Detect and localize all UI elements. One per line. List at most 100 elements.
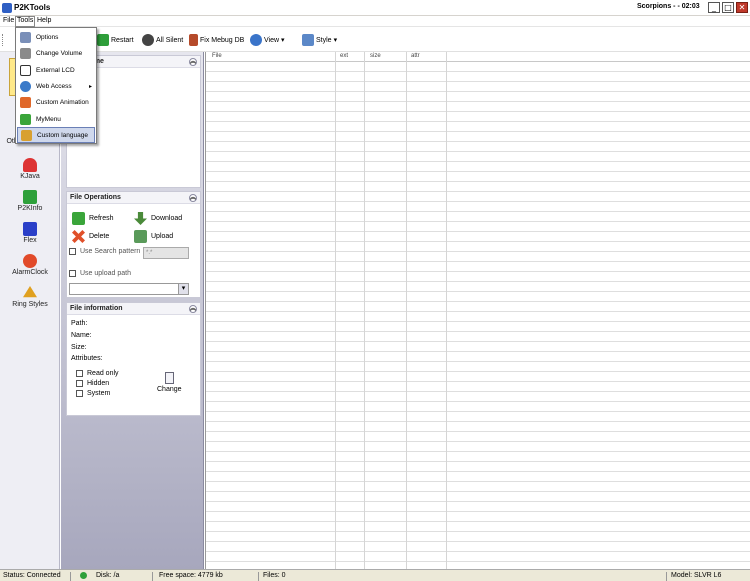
menu-item-mymenu-label: MyMenu bbox=[36, 115, 61, 123]
system-option[interactable]: System bbox=[76, 390, 110, 397]
bell-icon bbox=[23, 286, 37, 298]
menu-help[interactable]: Help bbox=[37, 17, 51, 24]
connected-icon bbox=[80, 572, 87, 579]
name-label: Name: bbox=[71, 332, 92, 339]
nav-kjava[interactable]: KJava bbox=[2, 158, 58, 180]
download-label: Download bbox=[151, 215, 183, 222]
search-pattern-input[interactable]: *.* bbox=[143, 247, 189, 259]
download-button[interactable]: Download bbox=[134, 212, 182, 225]
style-button[interactable]: Style ▾ bbox=[302, 33, 337, 47]
options-icon bbox=[20, 31, 31, 43]
nav-ring-styles-label: Ring Styles bbox=[12, 301, 48, 308]
collapse-icon[interactable]: ︽ bbox=[189, 194, 197, 202]
file-information-header[interactable]: File information ︽ bbox=[67, 303, 200, 315]
collapse-icon[interactable]: ︽ bbox=[189, 305, 197, 313]
size-label: Size: bbox=[71, 344, 87, 351]
nav-kjava-label: KJava bbox=[20, 173, 40, 180]
menu-item-options[interactable]: Options bbox=[17, 29, 95, 45]
column-attr[interactable]: attr bbox=[411, 53, 420, 59]
refresh-button[interactable]: Refresh bbox=[72, 212, 114, 225]
restart-label: Restart bbox=[111, 36, 134, 44]
flex-icon bbox=[23, 222, 37, 236]
column-divider bbox=[335, 52, 336, 569]
menu-item-custom-language-label: Custom language bbox=[37, 131, 88, 139]
phone-info: Scorpions - - 02:03 bbox=[637, 3, 700, 10]
hidden-label: Hidden bbox=[87, 380, 110, 387]
status-disk: Disk: /a bbox=[96, 572, 120, 579]
system-checkbox[interactable] bbox=[76, 390, 83, 397]
lcd-icon bbox=[20, 64, 31, 76]
status-model: Model: SLVR L6 bbox=[671, 572, 722, 579]
system-label: System bbox=[87, 390, 111, 397]
toolbar: Restart All Silent Fix Mebug DB View ▾ S… bbox=[0, 28, 750, 52]
nav-flex-label: Flex bbox=[23, 237, 37, 244]
collapse-icon[interactable]: ︽ bbox=[189, 58, 197, 66]
column-ext[interactable]: ext bbox=[340, 53, 348, 59]
delete-button[interactable]: Delete bbox=[72, 230, 109, 243]
close-button[interactable]: ✕ bbox=[736, 2, 748, 13]
submenu-arrow-icon: ▸ bbox=[88, 83, 92, 90]
column-size[interactable]: size bbox=[370, 53, 381, 59]
menu-item-custom-language[interactable]: Custom language bbox=[17, 127, 95, 143]
language-icon bbox=[21, 129, 32, 141]
read-only-option[interactable]: Read only bbox=[76, 370, 119, 377]
file-list-rows[interactable] bbox=[206, 62, 750, 569]
upload-button[interactable]: Upload bbox=[134, 230, 173, 243]
nav-alarmclock[interactable]: AlarmClock bbox=[2, 254, 58, 276]
menu-item-web-access[interactable]: Web Access ▸ bbox=[17, 78, 95, 94]
file-operations-header[interactable]: File Operations ︽ bbox=[67, 192, 200, 204]
minimize-button[interactable]: _ bbox=[708, 2, 720, 13]
upload-path-combo[interactable]: ▾ bbox=[69, 283, 189, 295]
attributes-label: Attributes: bbox=[71, 355, 103, 362]
maximize-button[interactable]: □ bbox=[722, 2, 734, 13]
status-connection: Status: Connected bbox=[3, 572, 61, 579]
download-icon bbox=[134, 212, 147, 225]
menu-item-change-volume[interactable]: Change Volume bbox=[17, 45, 95, 61]
upload-label: Upload bbox=[151, 233, 174, 240]
use-search-pattern-checkbox[interactable] bbox=[69, 248, 76, 255]
all-silent-label: All Silent bbox=[156, 36, 184, 44]
menu-tools[interactable]: Tools bbox=[15, 16, 36, 27]
view-label: View bbox=[264, 36, 280, 44]
menu-bar: File Tools Help bbox=[0, 16, 750, 27]
toolbar-grip bbox=[2, 33, 4, 47]
menu-item-custom-animation[interactable]: Custom Animation bbox=[17, 94, 95, 110]
menu-item-options-label: Options bbox=[36, 33, 59, 41]
column-file[interactable]: File bbox=[212, 53, 222, 59]
style-dropdown-arrow: ▾ bbox=[333, 37, 338, 44]
view-button[interactable]: View ▾ bbox=[250, 33, 285, 47]
hidden-option[interactable]: Hidden bbox=[76, 380, 109, 387]
nav-alarmclock-label: AlarmClock bbox=[12, 269, 48, 276]
fix-mebug-button[interactable]: Fix Mebug DB bbox=[189, 33, 244, 47]
delete-label: Delete bbox=[89, 233, 110, 240]
read-only-checkbox[interactable] bbox=[76, 370, 83, 377]
restart-icon bbox=[97, 34, 109, 46]
column-divider bbox=[364, 52, 365, 569]
silent-icon bbox=[142, 34, 154, 46]
file-list[interactable]: File ext size attr bbox=[205, 52, 750, 569]
status-separator bbox=[70, 572, 71, 581]
hidden-checkbox[interactable] bbox=[76, 380, 83, 387]
restart-button[interactable]: Restart bbox=[97, 33, 134, 47]
tools-dropdown-menu: Options Change Volume External LCD Web A… bbox=[15, 27, 97, 144]
column-divider bbox=[446, 52, 447, 569]
change-label: Change bbox=[157, 386, 182, 393]
menu-file[interactable]: File bbox=[3, 17, 14, 24]
nav-p2kinfo[interactable]: P2KInfo bbox=[2, 190, 58, 212]
use-search-pattern-option[interactable]: Use Search pattern bbox=[69, 248, 140, 255]
use-upload-path-checkbox[interactable] bbox=[69, 270, 76, 277]
column-divider bbox=[406, 52, 407, 569]
use-upload-path-option[interactable]: Use upload path bbox=[69, 270, 131, 277]
document-icon bbox=[164, 372, 174, 384]
nav-ring-styles[interactable]: Ring Styles bbox=[2, 286, 58, 308]
nav-flex[interactable]: Flex bbox=[2, 222, 58, 244]
view-dropdown-arrow: ▾ bbox=[281, 37, 285, 44]
menu-item-external-lcd[interactable]: External LCD bbox=[17, 62, 95, 78]
menu-item-mymenu[interactable]: MyMenu bbox=[17, 111, 95, 127]
all-silent-button[interactable]: All Silent bbox=[142, 33, 183, 47]
status-separator bbox=[666, 572, 667, 581]
combo-arrow-icon[interactable]: ▾ bbox=[178, 284, 188, 294]
change-button[interactable]: Change bbox=[157, 372, 182, 393]
menu-item-web-access-label: Web Access bbox=[36, 82, 72, 90]
status-files: Files: 0 bbox=[263, 572, 286, 579]
